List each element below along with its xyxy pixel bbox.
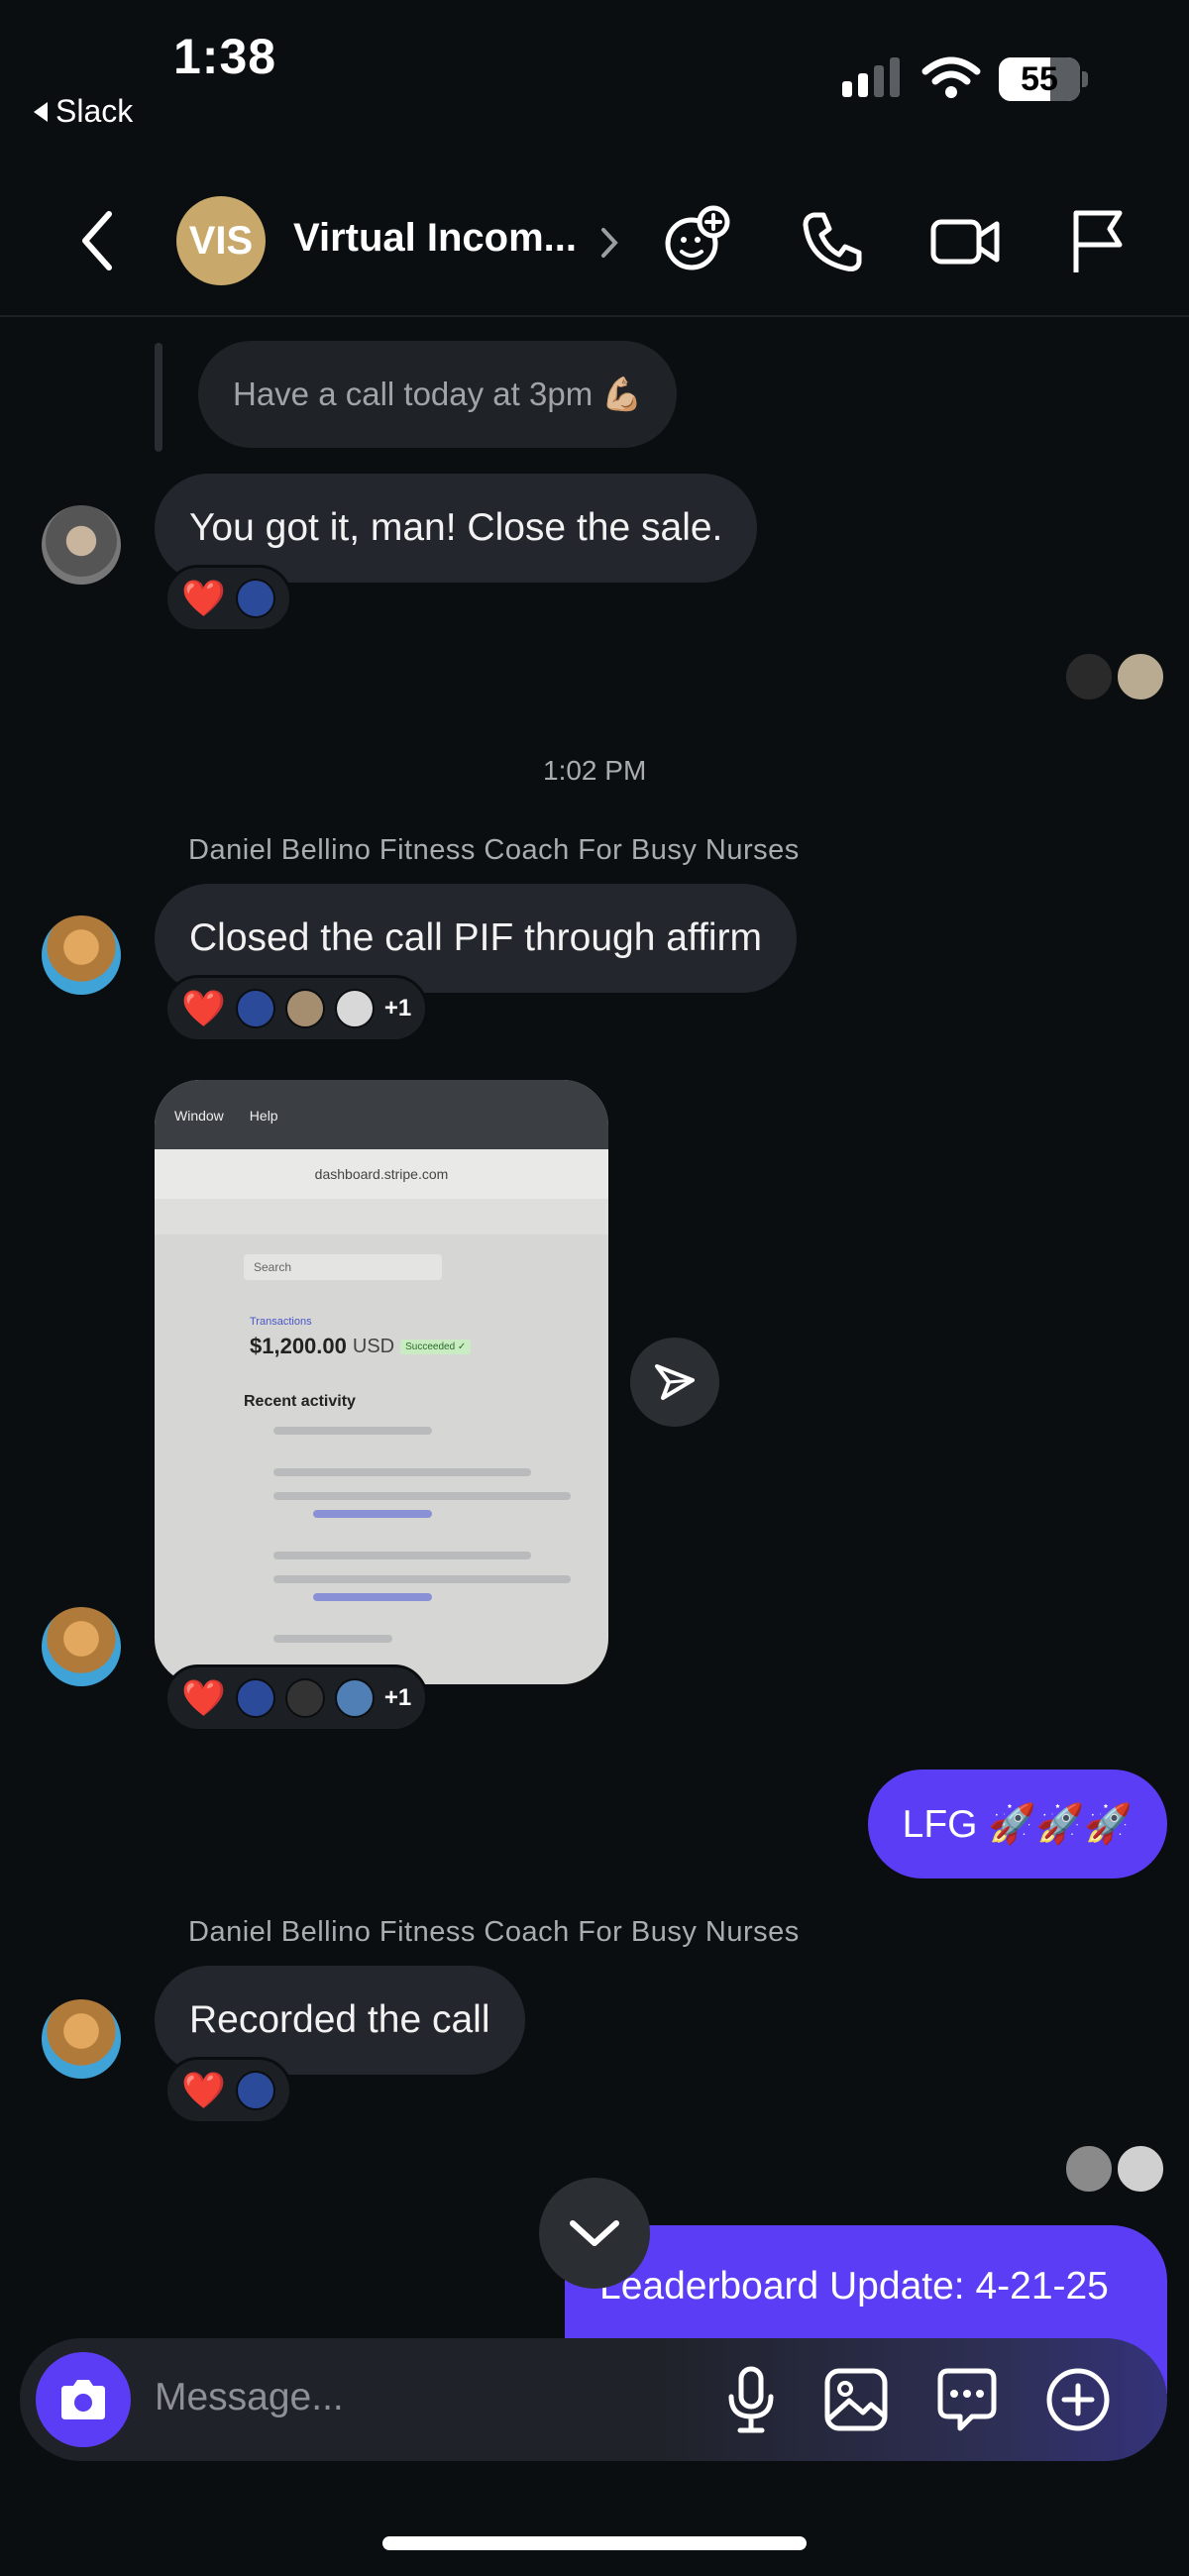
sender-avatar[interactable] — [42, 1999, 121, 2079]
flag-button[interactable] — [1058, 202, 1137, 281]
back-to-app-link[interactable]: Slack — [34, 93, 133, 130]
back-app-label: Slack — [55, 93, 134, 129]
status-time: 1:38 — [173, 29, 277, 84]
my-message-bubble[interactable]: LFG 🚀🚀🚀 — [867, 1770, 1167, 1878]
share-image-button[interactable] — [630, 1338, 719, 1427]
image-bookmarks — [155, 1199, 608, 1234]
quote-bar — [155, 343, 162, 452]
chat-dots-icon — [937, 2368, 997, 2431]
reactor-avatar — [334, 989, 375, 1028]
image-menu-window: Window — [174, 1108, 224, 1124]
more-reactors-count: +1 — [383, 995, 412, 1021]
quoted-message[interactable]: Have a call today at 3pm 💪🏼 — [198, 341, 678, 448]
image-recent: Recent activity — [244, 1393, 356, 1410]
photo-library-button[interactable] — [816, 2360, 896, 2439]
camera-icon — [61, 2380, 105, 2419]
plus-circle-icon — [1046, 2368, 1110, 2431]
image-search: Search — [244, 1254, 442, 1280]
back-chevron-icon[interactable] — [75, 208, 119, 273]
battery-icon: 55 — [999, 57, 1080, 101]
wifi-icon — [921, 56, 981, 98]
channel-avatar[interactable]: VIS — [176, 196, 266, 285]
chevron-down-icon — [570, 2220, 619, 2246]
image-status: Succeeded ✓ — [400, 1339, 472, 1354]
reactor-avatar — [284, 1678, 325, 1718]
reactor-avatar — [235, 989, 275, 1028]
video-call-button[interactable] — [925, 202, 1005, 281]
image-menubar: Window Help — [155, 1080, 608, 1149]
cellular-signal-icon — [842, 57, 900, 97]
read-receipt-avatar — [1116, 2144, 1165, 2194]
read-receipt-avatar — [1116, 652, 1165, 701]
video-camera-icon — [930, 219, 1000, 265]
image-currency: USD — [352, 1335, 395, 1357]
battery-level: 55 — [1021, 59, 1058, 98]
commands-button[interactable] — [927, 2360, 1007, 2439]
voice-message-button[interactable] — [711, 2360, 791, 2439]
reaction-bar[interactable]: ❤️ +1 — [164, 975, 429, 1042]
reactor-avatar — [235, 579, 275, 618]
read-receipt-avatar — [1064, 652, 1114, 701]
heart-icon: ❤️ — [181, 1677, 226, 1718]
sender-name[interactable]: Daniel Bellino Fitness Coach For Busy Nu… — [188, 1916, 800, 1949]
heart-icon: ❤️ — [181, 988, 226, 1028]
reactor-avatar — [334, 1678, 375, 1718]
reaction-bar[interactable]: ❤️ +1 — [164, 1664, 429, 1732]
reaction-bar[interactable]: ❤️ — [164, 565, 292, 632]
image-amount-row: $1,200.00 USD Succeeded ✓ — [250, 1334, 579, 1359]
reaction-bar[interactable]: ❤️ — [164, 2057, 292, 2124]
read-receipt-avatar — [1064, 2144, 1114, 2194]
microphone-icon — [728, 2366, 774, 2433]
flag-icon — [1073, 210, 1123, 272]
phone-icon — [803, 212, 862, 271]
add-emoji-button[interactable] — [658, 200, 737, 279]
channel-name[interactable]: Virtual Incom... — [293, 216, 577, 261]
header-divider — [0, 315, 1189, 317]
image-amount: $1,200.00 — [250, 1334, 347, 1358]
reactor-avatar — [284, 989, 325, 1028]
sender-name[interactable]: Daniel Bellino Fitness Coach For Busy Nu… — [188, 834, 800, 867]
reactor-avatar — [235, 2071, 275, 2110]
sender-avatar[interactable] — [42, 915, 121, 995]
add-attachment-button[interactable] — [1038, 2360, 1118, 2439]
more-reactors-count: +1 — [383, 1684, 412, 1711]
reactor-avatar — [235, 1678, 275, 1718]
attached-image[interactable]: Window Help dashboard.stripe.com Search … — [155, 1080, 608, 1684]
paper-plane-icon — [655, 1364, 695, 1400]
heart-icon: ❤️ — [181, 578, 226, 618]
scroll-to-bottom-button[interactable] — [539, 2178, 650, 2289]
back-triangle-icon — [34, 101, 48, 122]
sender-avatar[interactable] — [42, 1607, 121, 1686]
call-button[interactable] — [793, 202, 872, 281]
image-menu-help: Help — [249, 1108, 278, 1124]
message-input[interactable]: Message... — [155, 2376, 344, 2419]
image-url: dashboard.stripe.com — [155, 1149, 608, 1199]
battery-nub — [1082, 71, 1088, 87]
home-indicator — [382, 2536, 807, 2550]
image-icon — [824, 2368, 888, 2431]
sender-avatar[interactable] — [42, 505, 121, 585]
channel-details-chevron-icon[interactable] — [598, 226, 620, 260]
camera-button[interactable] — [36, 2352, 131, 2447]
timestamp: 1:02 PM — [543, 755, 647, 786]
image-transactions: Transactions — [250, 1316, 312, 1328]
emoji-plus-icon — [665, 205, 730, 270]
heart-icon: ❤️ — [181, 2070, 226, 2110]
